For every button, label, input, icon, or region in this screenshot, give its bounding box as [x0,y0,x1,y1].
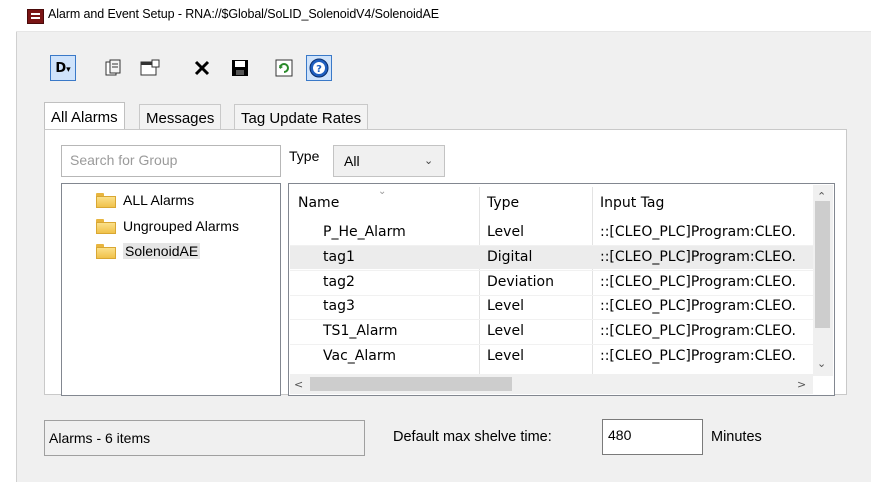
delete-button[interactable] [189,55,215,81]
save-icon [232,60,248,76]
type-label: Type [289,148,320,164]
properties-button[interactable] [137,55,163,81]
scroll-left-icon[interactable]: < [294,378,303,391]
cell-name: tag3 [323,298,355,314]
cell-input-tag: ::[CLEO_PLC]Program:CLEO. [600,274,796,290]
horizontal-scroll-thumb[interactable] [310,377,512,391]
cell-input-tag: ::[CLEO_PLC]Program:CLEO. [600,348,796,364]
column-header-type[interactable]: Type [487,195,519,217]
cell-input-tag: ::[CLEO_PLC]Program:CLEO. [600,323,796,339]
window-title: Alarm and Event Setup - RNA://$Global/So… [48,7,439,21]
help-icon: ? [309,58,329,78]
refresh-icon [275,59,293,77]
tab-tag-update-rates[interactable]: Tag Update Rates [234,104,369,130]
tab-messages[interactable]: Messages [139,104,222,130]
cell-type: Level [487,298,524,314]
minutes-label: Minutes [711,429,762,445]
new-document-icon: D▾ [55,60,71,76]
folder-icon [96,243,116,259]
cell-type: Level [487,348,524,364]
cell-type: Deviation [487,274,554,290]
shelve-time-label: Default max shelve time: [393,429,552,445]
status-box: Alarms - 6 items [44,420,365,456]
vertical-scroll-thumb[interactable] [815,201,830,328]
cell-name: tag2 [323,274,355,290]
chevron-down-icon[interactable]: ⌄ [424,154,433,167]
tree-item-solenoidae[interactable]: SolenoidAE [96,240,201,262]
cell-type: Level [487,224,524,240]
cell-name: Vac_Alarm [323,348,396,364]
app-icon [27,9,44,24]
help-button[interactable]: ? [306,55,332,81]
scroll-right-icon[interactable]: > [797,378,806,391]
sort-chevron-icon: ⌄ [378,186,387,197]
cell-type: Digital [487,249,533,265]
new-dropdown-button[interactable]: D▾ [50,55,76,81]
paste-icon [105,59,121,76]
tab-all-alarms[interactable]: All Alarms [44,102,125,130]
properties-icon [140,59,160,76]
save-button[interactable] [227,55,253,81]
svg-text:?: ? [316,64,322,75]
column-header-name[interactable]: Name [298,195,339,217]
shelve-time-input[interactable]: 480 [602,419,703,455]
refresh-button[interactable] [271,55,297,81]
tree-item-label: Ungrouped Alarms [123,218,239,234]
tree-item-label: SolenoidAE [123,243,201,259]
cell-type: Level [487,323,524,339]
cell-input-tag: ::[CLEO_PLC]Program:CLEO. [600,224,796,240]
cell-input-tag: ::[CLEO_PLC]Program:CLEO. [600,249,796,265]
folder-icon [96,218,116,234]
column-header-input-tag[interactable]: Input Tag [600,195,664,217]
delete-icon [194,60,210,76]
cell-name: P_He_Alarm [323,224,406,240]
scroll-down-icon[interactable]: ⌄ [817,357,826,370]
search-input[interactable]: Search for Group [61,145,281,177]
paste-button[interactable] [100,55,126,81]
cell-input-tag: ::[CLEO_PLC]Program:CLEO. [600,298,796,314]
folder-icon [96,192,116,208]
tree-item-all-alarms[interactable]: ALL Alarms [96,189,194,211]
cell-name: tag1 [323,249,355,265]
cell-name: TS1_Alarm [323,323,398,339]
tree-item-label: ALL Alarms [123,192,195,208]
tree-item-ungrouped-alarms[interactable]: Ungrouped Alarms [96,215,239,237]
